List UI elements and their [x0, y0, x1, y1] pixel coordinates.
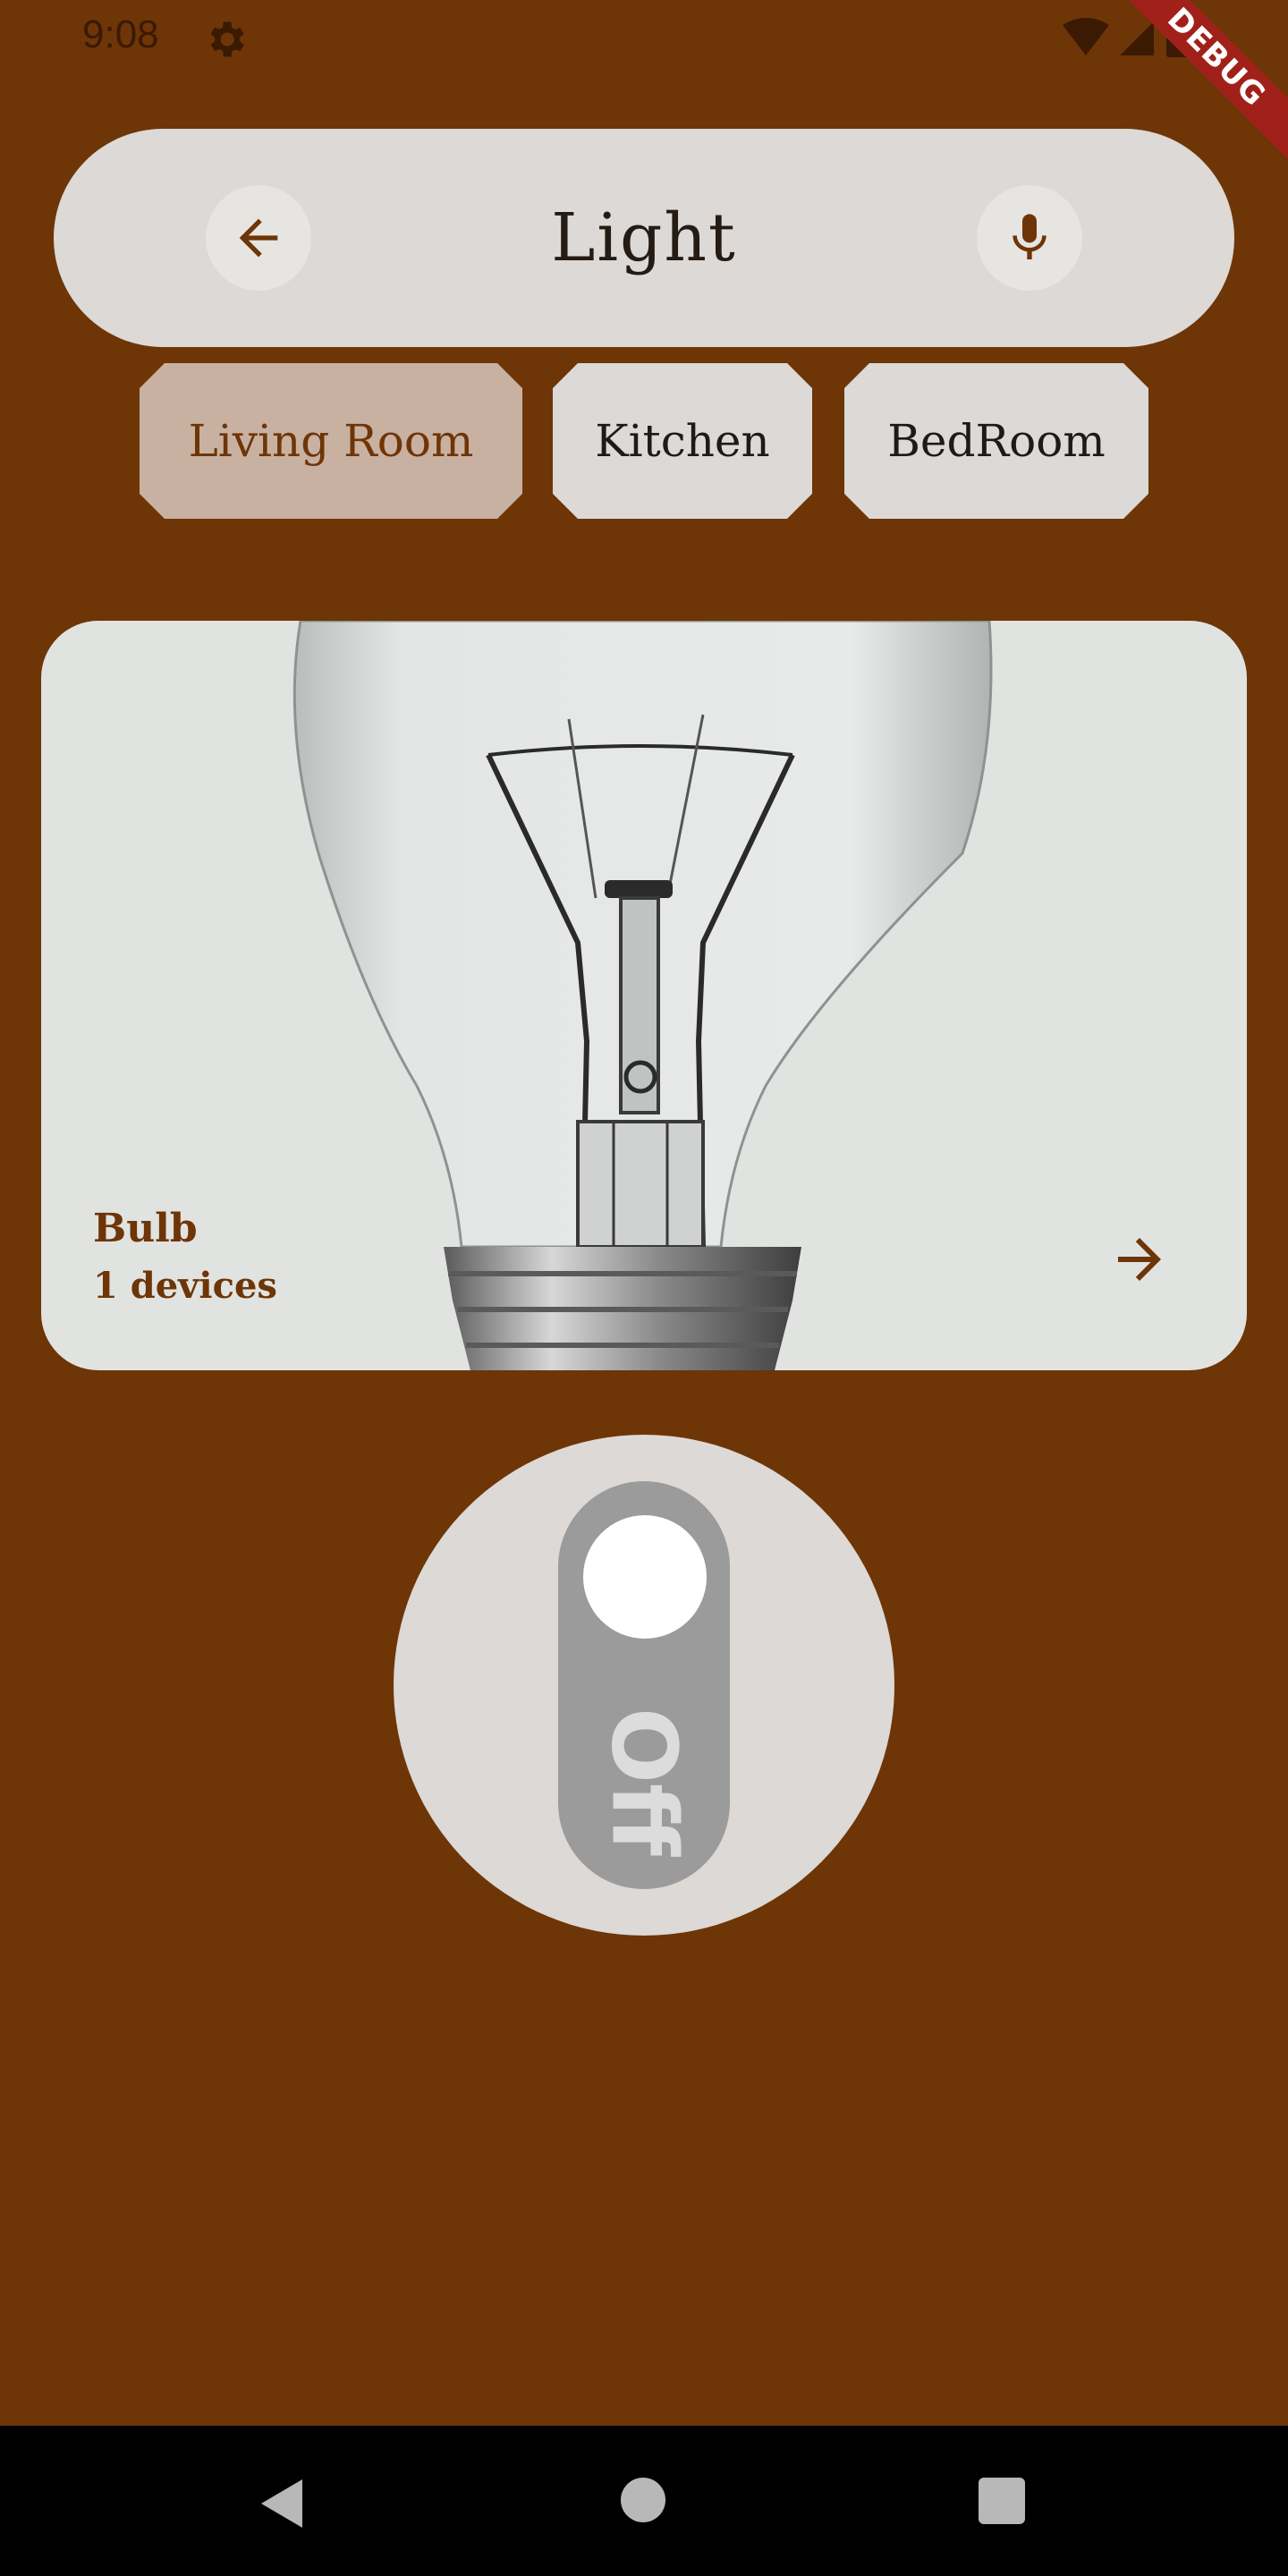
- tab-bedroom[interactable]: BedRoom: [844, 363, 1148, 519]
- settings-gear-icon: [210, 21, 244, 57]
- back-button[interactable]: [206, 185, 311, 291]
- status-bar: 9:08: [0, 0, 1288, 75]
- light-bulb-image: [292, 621, 993, 1370]
- toggle-knob[interactable]: [583, 1515, 707, 1639]
- nav-home-icon[interactable]: [621, 2478, 665, 2522]
- system-nav-bar: [0, 2426, 1288, 2576]
- toggle-state-label: Off: [591, 1707, 697, 1857]
- device-name: Bulb: [93, 1206, 198, 1251]
- voice-input-button[interactable]: [977, 185, 1082, 291]
- microphone-icon: [1013, 214, 1046, 259]
- arrow-back-icon: [239, 218, 278, 258]
- power-toggle-container: Off: [394, 1435, 894, 1936]
- status-time: 9:08: [82, 13, 159, 56]
- signal-icon: [1120, 21, 1154, 55]
- arrow-forward-icon[interactable]: [1107, 1227, 1172, 1292]
- header-bar: Light: [54, 129, 1234, 347]
- tab-kitchen[interactable]: Kitchen: [553, 363, 812, 519]
- nav-recents-icon[interactable]: [979, 2478, 1025, 2524]
- wifi-icon: [1063, 18, 1109, 55]
- tab-living-room[interactable]: Living Room: [140, 363, 522, 519]
- power-toggle[interactable]: Off: [558, 1481, 730, 1889]
- device-card[interactable]: Bulb 1 devices: [41, 621, 1247, 1370]
- device-count: 1 devices: [93, 1265, 277, 1307]
- nav-back-icon[interactable]: [258, 2476, 306, 2531]
